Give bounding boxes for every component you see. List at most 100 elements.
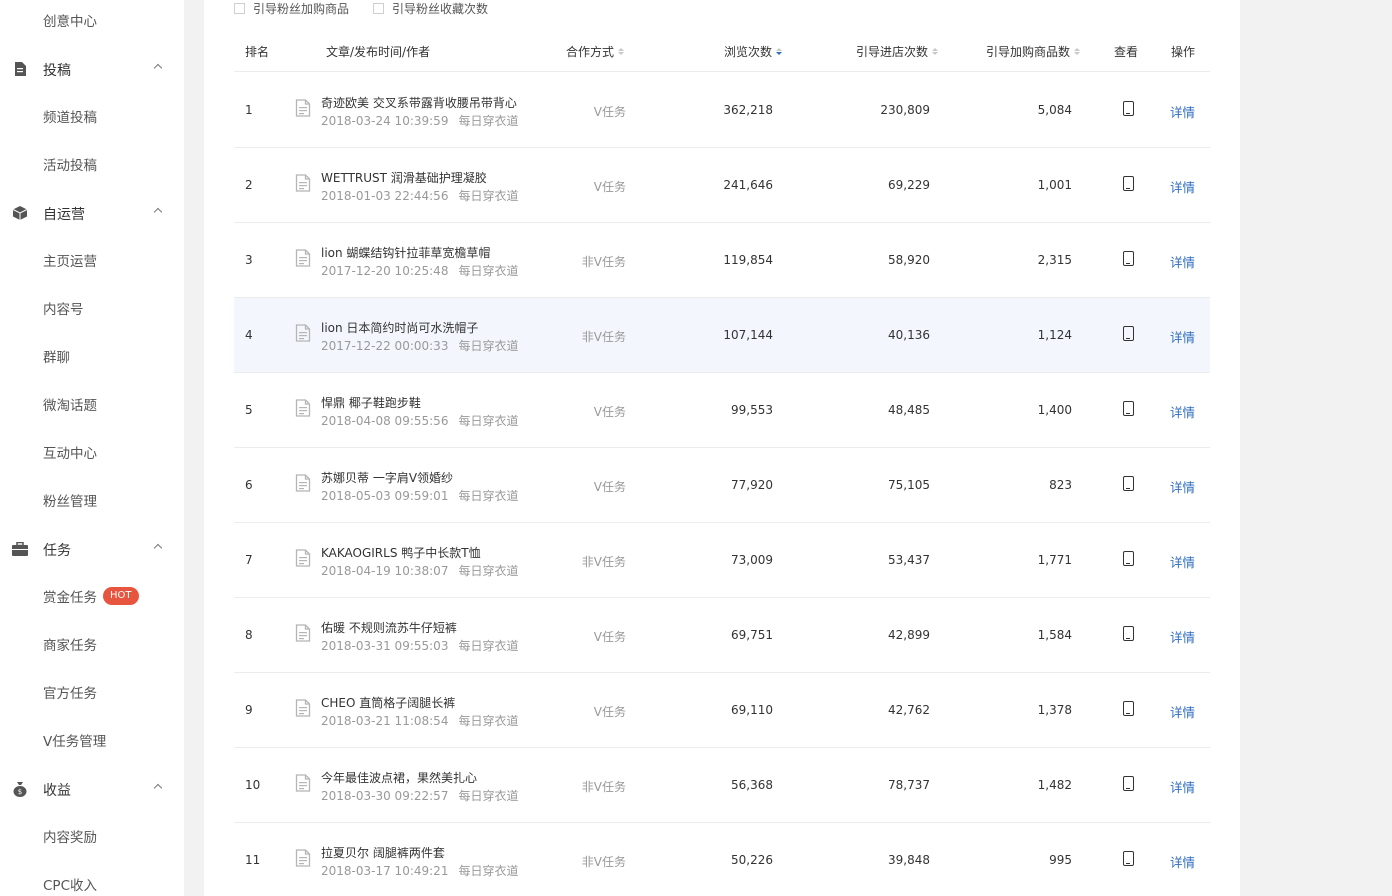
article-meta: 2018-04-08 09:55:56 每日穿衣道: [321, 412, 518, 429]
sort-descending-icon[interactable]: [776, 48, 783, 55]
sidebar-group-earnings[interactable]: $ 收益: [0, 777, 184, 801]
header-views[interactable]: 浏览次数: [724, 43, 783, 60]
store-visits-count: 39,848: [888, 853, 930, 867]
mobile-preview-icon[interactable]: [1123, 551, 1134, 566]
mobile-preview-icon[interactable]: [1123, 476, 1134, 491]
article-title[interactable]: KAKAOGIRLS 鸭子中长款T恤: [321, 544, 481, 561]
sidebar-item-interaction-center[interactable]: 互动中心: [43, 441, 97, 463]
author-name: 每日穿衣道: [458, 564, 519, 578]
detail-link[interactable]: 详情: [1170, 177, 1195, 196]
cart-adds-count: 1,001: [1037, 178, 1072, 192]
detail-link[interactable]: 详情: [1170, 777, 1195, 796]
cart-adds-count: 1,124: [1037, 328, 1072, 342]
sidebar-item-cpc-income[interactable]: CPC收入: [43, 873, 97, 895]
detail-link[interactable]: 详情: [1170, 552, 1195, 571]
detail-link[interactable]: 详情: [1170, 102, 1195, 121]
rank-cell: 5: [245, 403, 253, 417]
detail-link[interactable]: 详情: [1170, 327, 1195, 346]
sidebar-item-channel-submit[interactable]: 频道投稿: [43, 105, 97, 127]
mobile-preview-icon[interactable]: [1123, 176, 1134, 191]
sidebar-item-homepage-operation[interactable]: 主页运营: [43, 249, 97, 271]
views-count: 69,110: [731, 703, 773, 717]
mobile-preview-icon[interactable]: [1123, 101, 1134, 116]
author-name: 每日穿衣道: [458, 864, 519, 878]
mobile-preview-icon[interactable]: [1123, 251, 1134, 266]
sidebar-group-self-operation[interactable]: 自运营: [0, 201, 184, 225]
rank-cell: 3: [245, 253, 253, 267]
article-title[interactable]: 悍鼎 椰子鞋跑步鞋: [321, 394, 421, 411]
article-title[interactable]: 拉夏贝尔 阔腿裤两件套: [321, 844, 445, 861]
sidebar-item-creative-center[interactable]: 创意中心: [43, 9, 97, 31]
sidebar-item-bounty-tasks[interactable]: 赏金任务 HOT: [43, 585, 139, 607]
author-name: 每日穿衣道: [458, 489, 519, 503]
sort-icon[interactable]: [618, 48, 625, 55]
rank-cell: 11: [245, 853, 261, 867]
checkbox[interactable]: [234, 2, 245, 14]
mobile-preview-icon[interactable]: [1123, 326, 1134, 341]
detail-link[interactable]: 详情: [1170, 252, 1195, 271]
article-title[interactable]: CHEO 直筒格子阔腿长裤: [321, 694, 455, 711]
article-title[interactable]: lion 蝴蝶结钩针拉菲草宽檐草帽: [321, 244, 490, 261]
sidebar-item-v-task-management[interactable]: V任务管理: [43, 729, 106, 751]
detail-link[interactable]: 详情: [1170, 852, 1195, 871]
rank-cell: 2: [245, 178, 253, 192]
article-title[interactable]: 今年最佳波点裙，果然美扎心: [321, 769, 477, 786]
publish-time: 2017-12-20 10:25:48: [321, 264, 449, 278]
table-row: 11 拉夏贝尔 阔腿裤两件套 2018-03-17 10:49:21 每日穿衣道 非V任…: [234, 823, 1210, 896]
checkbox[interactable]: [373, 2, 385, 14]
sidebar-group-submit[interactable]: 投稿: [0, 57, 184, 81]
header-cart-adds[interactable]: 引导加购商品数: [986, 43, 1081, 60]
article-title[interactable]: lion 日本简约时尚可水洗帽子: [321, 319, 478, 336]
article-title[interactable]: 佑暖 不规则流苏牛仔短裤: [321, 619, 457, 636]
sidebar-item-official-tasks[interactable]: 官方任务: [43, 681, 97, 703]
sidebar-item-merchant-tasks[interactable]: 商家任务: [43, 633, 97, 655]
coop-type: 非V任务: [581, 855, 626, 869]
coop-type: V任务: [593, 630, 626, 644]
sidebar: 创意中心 投稿 频道投稿 活动投稿 自运营 主页运营 内容号 群聊 微淘话题 互…: [0, 0, 184, 896]
mobile-preview-icon[interactable]: [1123, 401, 1134, 416]
sidebar-item-content-account[interactable]: 内容号: [43, 297, 84, 319]
views-count: 107,144: [723, 328, 773, 342]
filter-fans-favorites[interactable]: 引导粉丝收藏次数: [373, 0, 488, 17]
store-visits-count: 53,437: [888, 553, 930, 567]
detail-link[interactable]: 详情: [1170, 402, 1195, 421]
article-title[interactable]: WETTRUST 润滑基础护理凝胶: [321, 169, 487, 186]
cart-adds-count: 995: [1049, 853, 1072, 867]
filter-fans-add-to-cart[interactable]: 引导粉丝加购商品: [234, 0, 349, 17]
sidebar-item-fan-management[interactable]: 粉丝管理: [43, 489, 97, 511]
sidebar-item-content-reward[interactable]: 内容奖励: [43, 825, 97, 847]
coop-type: 非V任务: [581, 555, 626, 569]
mobile-preview-icon[interactable]: [1123, 851, 1134, 866]
coop-type: V任务: [593, 705, 626, 719]
table-row: 9 CHEO 直筒格子阔腿长裤 2018-03-21 11:08:54 每日穿衣道 V任…: [234, 673, 1210, 748]
detail-link[interactable]: 详情: [1170, 702, 1195, 721]
header-store-visits[interactable]: 引导进店次数: [856, 43, 939, 60]
publish-time: 2018-04-19 10:38:07: [321, 564, 449, 578]
detail-link[interactable]: 详情: [1170, 627, 1195, 646]
mobile-preview-icon[interactable]: [1123, 701, 1134, 716]
article-meta: 2017-12-22 00:00:33 每日穿衣道: [321, 337, 518, 354]
sidebar-item-activity-submit[interactable]: 活动投稿: [43, 153, 97, 175]
sort-icon[interactable]: [1074, 48, 1081, 55]
briefcase-icon: [12, 541, 28, 557]
coop-type: 非V任务: [581, 780, 626, 794]
coop-type: 非V任务: [581, 255, 626, 269]
article-meta: 2018-03-30 09:22:57 每日穿衣道: [321, 787, 518, 804]
mobile-preview-icon[interactable]: [1123, 776, 1134, 791]
table-row: 1 奇迹欧美 交叉系带露背收腰吊带背心 2018-03-24 10:39:59 每日穿…: [234, 73, 1210, 148]
chevron-up-icon: [153, 543, 163, 553]
sidebar-group-tasks[interactable]: 任务: [0, 537, 184, 561]
article-title[interactable]: 奇迹欧美 交叉系带露背收腰吊带背心: [321, 94, 517, 111]
detail-link[interactable]: 详情: [1170, 477, 1195, 496]
article-title[interactable]: 苏娜贝蒂 一字肩V领婚纱: [321, 469, 453, 486]
mobile-preview-icon[interactable]: [1123, 626, 1134, 641]
sort-icon[interactable]: [932, 48, 939, 55]
views-count: 50,226: [731, 853, 773, 867]
header-coop[interactable]: 合作方式: [566, 43, 625, 60]
sidebar-item-weitao-topics[interactable]: 微淘话题: [43, 393, 97, 415]
sidebar-item-group-chat[interactable]: 群聊: [43, 345, 70, 367]
table-row: 10 今年最佳波点裙，果然美扎心 2018-03-30 09:22:57 每日穿衣道 非…: [234, 748, 1210, 823]
publish-time: 2017-12-22 00:00:33: [321, 339, 449, 353]
store-visits-count: 78,737: [888, 778, 930, 792]
cart-adds-count: 5,084: [1037, 103, 1072, 117]
